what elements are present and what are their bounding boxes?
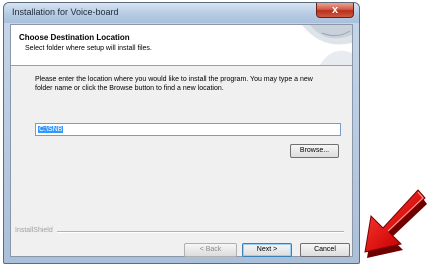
- installshield-brand: InstallShield: [15, 227, 53, 234]
- instructions-text: Please enter the location where you woul…: [35, 76, 313, 92]
- browse-button[interactable]: Browse...: [290, 144, 339, 158]
- page-title: Choose Destination Location: [19, 33, 130, 42]
- close-button[interactable]: x: [316, 3, 354, 18]
- dialog-client-area: Choose Destination Location Select folde…: [10, 24, 353, 257]
- next-button[interactable]: Next >: [242, 243, 292, 257]
- title-bar[interactable]: Installation for Voice-board x: [4, 3, 359, 23]
- next-label: Next >: [256, 246, 278, 253]
- header-graphic-icon: [302, 25, 352, 65]
- red-pointer-arrow-icon: [364, 189, 427, 258]
- window-title: Installation for Voice-board: [12, 7, 119, 17]
- destination-path-input[interactable]: C:\SNB: [35, 123, 341, 136]
- back-label: < Back: [199, 246, 222, 253]
- cancel-label: Cancel: [314, 246, 336, 253]
- wizard-header: Choose Destination Location Select folde…: [11, 25, 352, 66]
- back-button[interactable]: < Back: [184, 243, 237, 257]
- footer-divider: [57, 231, 344, 233]
- page-subtitle: Select folder where setup will install f…: [25, 45, 152, 52]
- installer-window: Installation for Voice-board x Choose De…: [3, 2, 360, 264]
- path-value: C:\SNB: [38, 126, 64, 133]
- browse-label: Browse...: [299, 147, 330, 154]
- cancel-button[interactable]: Cancel: [300, 243, 350, 257]
